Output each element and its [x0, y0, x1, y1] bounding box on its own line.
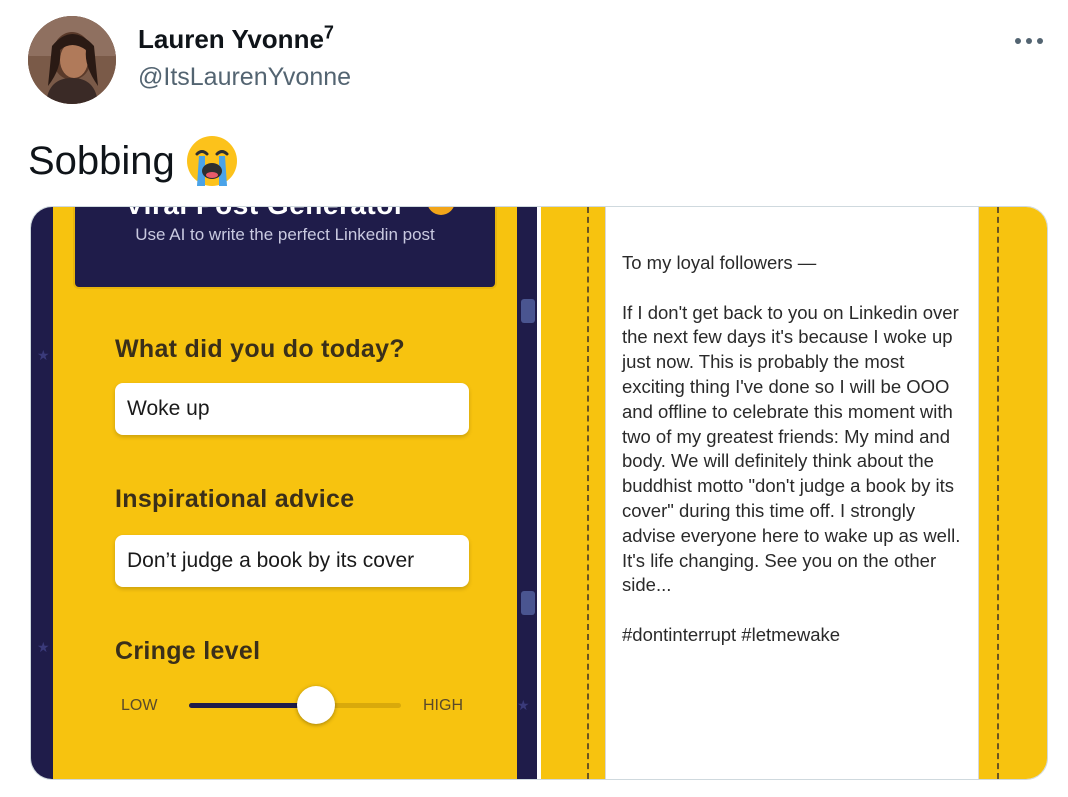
author-handle[interactable]: @ItsLaurenYvonne [138, 63, 351, 92]
post-generator-form: Viral Post Generator Use AI to write the… [53, 207, 517, 779]
field-label-advice: Inspirational advice [115, 485, 355, 513]
screenshot-left[interactable]: ★ ★ ★ Viral Post Generator Use AI to wri… [31, 207, 537, 779]
screenshot-right[interactable]: To my loyal followers — If I don't get b… [541, 207, 1047, 779]
star-icon: ★ [37, 639, 50, 655]
tweet-media[interactable]: ★ ★ ★ Viral Post Generator Use AI to wri… [30, 206, 1048, 780]
decor-badge [521, 299, 535, 323]
dashed-border-left [587, 207, 589, 779]
star-icon: ★ [37, 347, 50, 363]
more-dot [1037, 38, 1043, 44]
generator-title-cropped: Viral Post Generator [125, 207, 405, 221]
more-horizontal-icon [1015, 38, 1021, 44]
tweet-text: Sobbing [28, 134, 239, 188]
today-input[interactable]: Woke up [115, 383, 469, 435]
dashed-border-right [997, 207, 999, 779]
author-name-superscript: 7 [323, 22, 334, 43]
cringe-slider[interactable] [189, 686, 401, 724]
advice-input[interactable]: Don’t judge a book by its cover [115, 535, 469, 587]
author-name-text: Lauren Yvonne [138, 24, 324, 54]
slider-low-label: LOW [121, 697, 158, 714]
avatar-photo [28, 16, 116, 104]
decor-badge [521, 591, 535, 615]
author-name[interactable]: Lauren Yvonne7 [138, 22, 334, 55]
tweet-text-content: Sobbing [28, 138, 175, 183]
slider-thumb[interactable] [297, 686, 336, 724]
more-dot [1026, 38, 1032, 44]
slider-high-label: HIGH [423, 697, 463, 714]
star-icon: ★ [517, 697, 530, 713]
generated-post-card: To my loyal followers — If I don't get b… [605, 207, 979, 779]
field-label-cringe: Cringe level [115, 637, 261, 665]
generator-header: Viral Post Generator Use AI to write the… [73, 207, 497, 289]
more-options-button[interactable] [1012, 26, 1046, 56]
title-emoji-icon [427, 207, 455, 215]
loudly-crying-face-icon [186, 136, 237, 186]
field-label-today: What did you do today? [115, 335, 405, 363]
author-avatar[interactable] [28, 16, 116, 104]
generator-subtitle: Use AI to write the perfect Linkedin pos… [135, 225, 435, 244]
generated-post-text: To my loyal followers — If I don't get b… [622, 252, 961, 645]
